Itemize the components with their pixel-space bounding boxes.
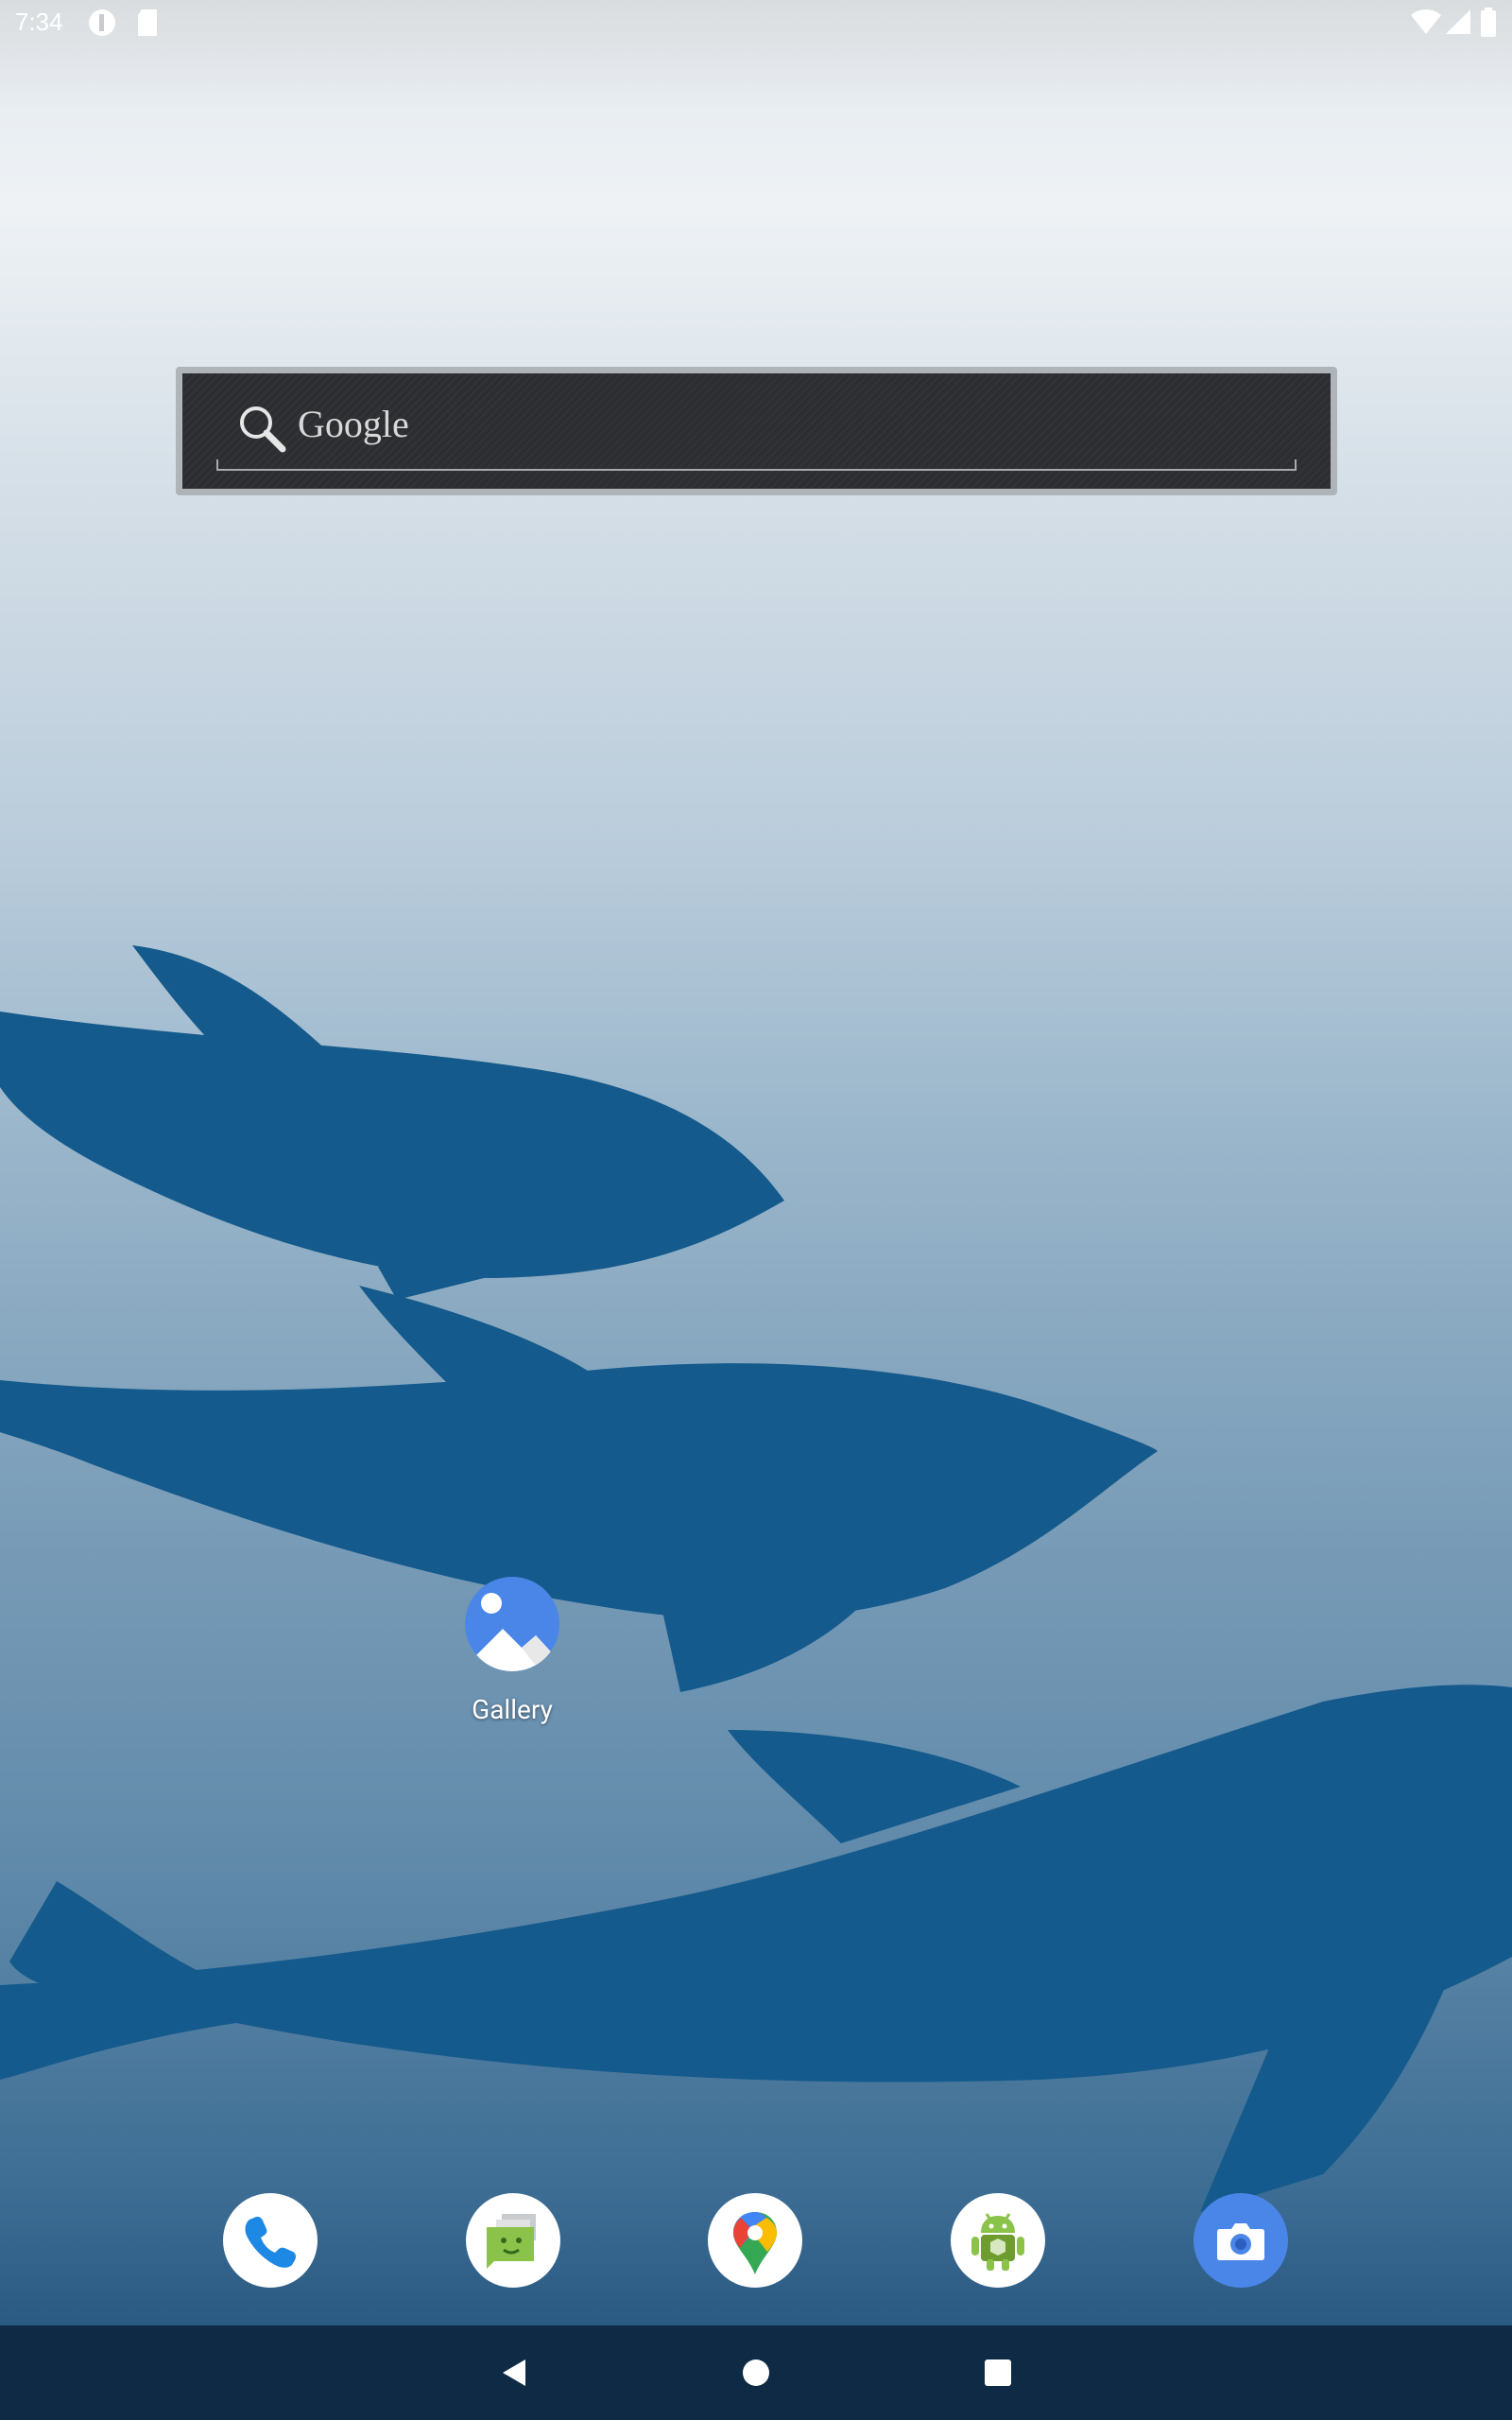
battery-icon <box>1480 8 1497 44</box>
whale-2 <box>0 1363 1158 1620</box>
data-saver-icon <box>87 8 117 44</box>
status-time: 7:34 <box>15 8 63 36</box>
messaging-app-icon[interactable] <box>466 2193 560 2288</box>
navigation-bar <box>0 2325 1512 2420</box>
whale-2-fin-bottom <box>662 1598 869 1692</box>
home-screen: 7:34 Google Gallery <box>0 0 1512 2420</box>
maps-app-icon[interactable] <box>708 2193 802 2288</box>
gallery-icon <box>465 1577 559 1675</box>
whale-1-fin-bottom <box>378 1260 510 1300</box>
gallery-label: Gallery <box>472 1694 553 1725</box>
messaging-icon <box>466 2193 560 2288</box>
camera-icon <box>1194 2193 1288 2288</box>
gallery-shortcut[interactable]: Gallery <box>455 1573 569 1734</box>
search-hint: Google <box>298 403 409 445</box>
home-icon[interactable] <box>728 2344 784 2401</box>
whale-wallpaper <box>0 945 1512 2212</box>
wifi-icon <box>1410 8 1442 43</box>
search-underline <box>216 459 1297 471</box>
phone-icon <box>223 2193 318 2288</box>
phone-app-icon[interactable] <box>223 2193 318 2288</box>
maps-pin-icon <box>708 2193 802 2288</box>
recents-icon[interactable] <box>970 2344 1026 2401</box>
cell-signal-icon <box>1444 8 1472 43</box>
search-icon <box>235 402 288 458</box>
search-bar[interactable]: Google <box>182 373 1331 489</box>
whale-1 <box>0 1011 784 1278</box>
whale-2-fin-top <box>359 1286 595 1390</box>
status-bar: 7:34 <box>0 0 1512 47</box>
sd-card-icon <box>136 8 161 44</box>
camera-app-icon[interactable] <box>1194 2193 1288 2288</box>
google-search-widget[interactable]: Google <box>176 367 1337 495</box>
back-icon[interactable] <box>484 2344 541 2401</box>
android-icon <box>951 2193 1045 2288</box>
api-demos-app-icon[interactable] <box>951 2193 1045 2288</box>
